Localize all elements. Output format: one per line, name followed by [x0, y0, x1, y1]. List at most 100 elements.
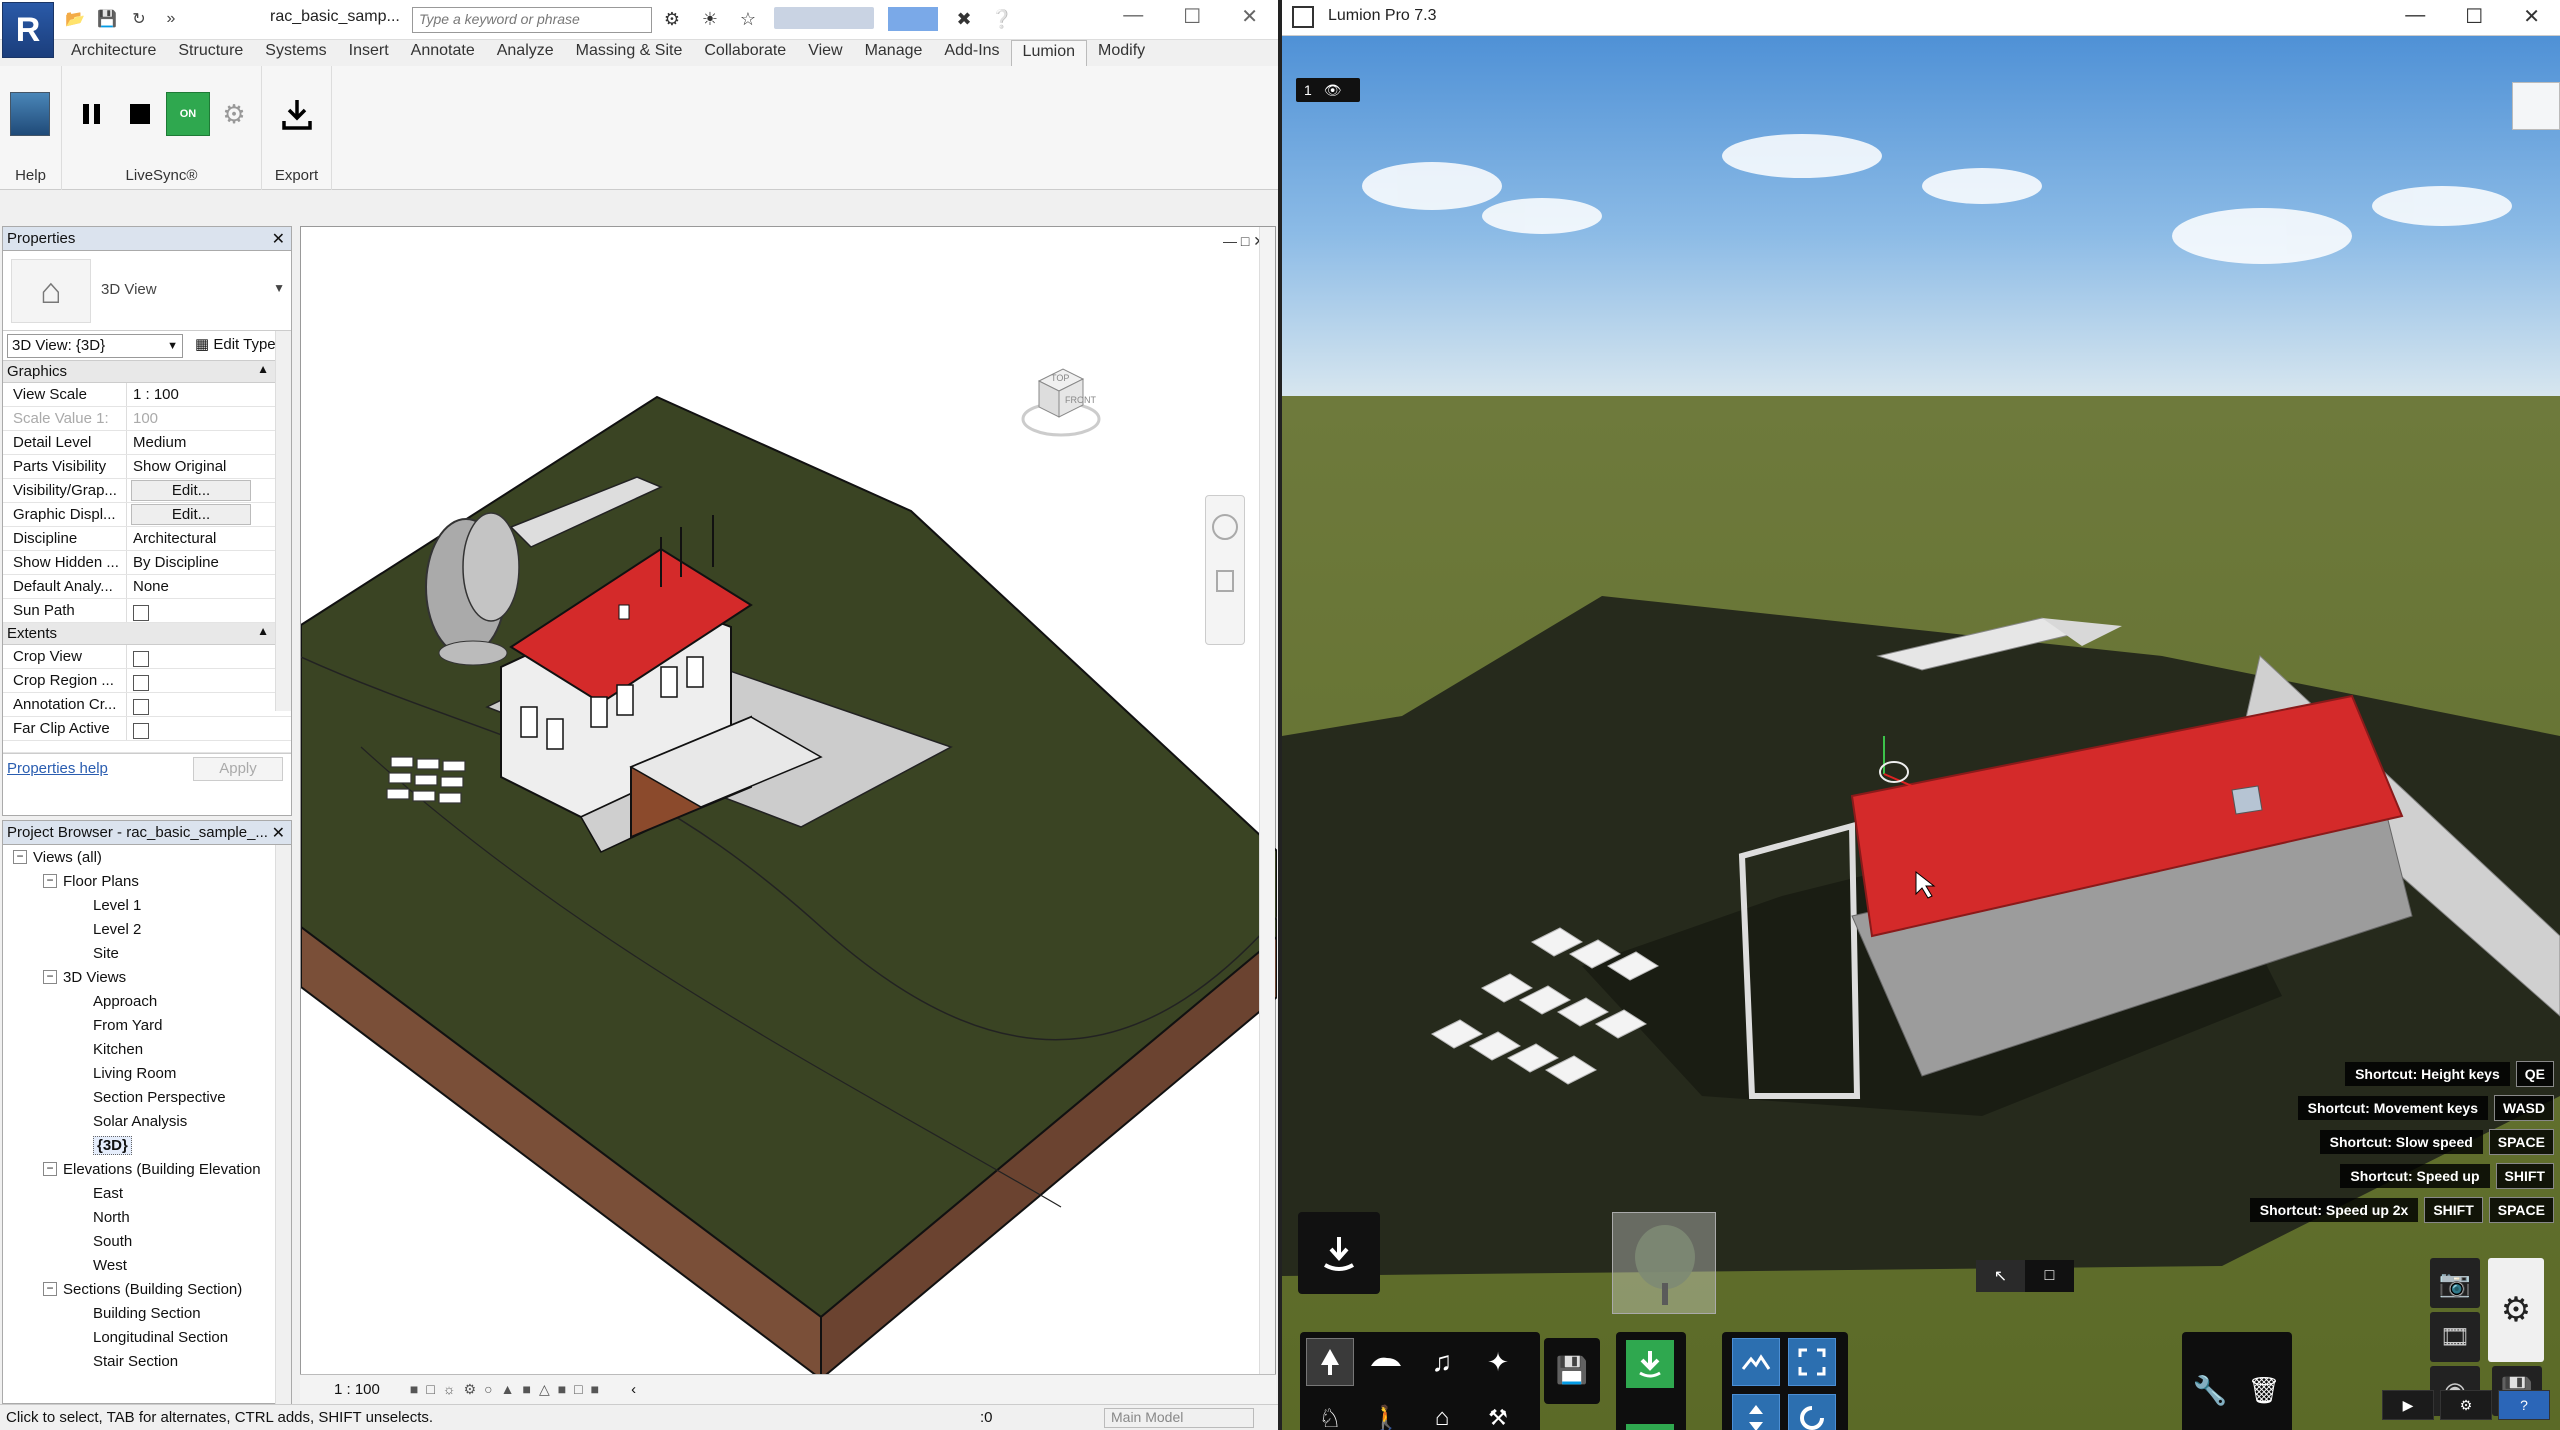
collapse-toggle-icon[interactable]: −	[43, 970, 57, 984]
stop-icon[interactable]	[118, 92, 162, 136]
browser-item[interactable]: Longitudinal Section	[3, 1325, 291, 1349]
collapse-toggle-icon[interactable]: −	[43, 1282, 57, 1296]
edit-button[interactable]: Edit...	[131, 504, 251, 525]
property-row[interactable]: Parts Visibility Show Original	[3, 455, 291, 479]
browser-item[interactable]: Site	[3, 941, 291, 965]
tab-massing-site[interactable]: Massing & Site	[565, 40, 694, 66]
collapse-toggle-icon[interactable]: −	[43, 1162, 57, 1176]
chevron-left-icon[interactable]: ‹	[631, 1381, 636, 1398]
object-preview-thumbnail[interactable]	[1612, 1212, 1716, 1314]
steering-wheel-icon[interactable]	[1212, 514, 1238, 540]
close-icon[interactable]: ✕	[1241, 4, 1258, 29]
browser-item[interactable]: −3D Views	[3, 965, 291, 989]
indoor-chair-icon[interactable]: ♘	[1306, 1394, 1354, 1430]
viewcube[interactable]: TOP FRONT	[1021, 357, 1101, 447]
maximize-icon[interactable]: ☐	[1183, 4, 1201, 29]
property-row[interactable]: Scale Value 1: 100	[3, 407, 291, 431]
property-row[interactable]: Far Clip Active	[3, 717, 291, 741]
browser-item[interactable]: Level 1	[3, 893, 291, 917]
browser-item[interactable]: {3D}	[3, 1133, 291, 1157]
property-row[interactable]: Detail Level Medium	[3, 431, 291, 455]
browser-item[interactable]: − Views (all)	[3, 845, 291, 869]
property-row[interactable]: Visibility/Grap... Edit...	[3, 479, 291, 503]
browser-item[interactable]: Solar Analysis	[3, 1109, 291, 1133]
open-icon[interactable]: 📂	[64, 8, 86, 30]
special-objects-icon[interactable]: ⚒	[1474, 1394, 1522, 1430]
tab-modify[interactable]: Modify	[1087, 40, 1156, 66]
tab-manage[interactable]: Manage	[854, 40, 934, 66]
preview-thumbnail[interactable]	[2512, 82, 2560, 130]
checkbox[interactable]	[133, 651, 149, 667]
tab-add-ins[interactable]: Add-Ins	[933, 40, 1010, 66]
zoom-icon[interactable]	[1216, 570, 1234, 592]
navigation-bar[interactable]	[1205, 495, 1245, 645]
collapse-toggle-icon[interactable]: −	[13, 850, 27, 864]
view-scale[interactable]: 1 : 100	[334, 1381, 380, 1398]
property-row[interactable]: Crop View	[3, 645, 291, 669]
tab-insert[interactable]: Insert	[338, 40, 400, 66]
sync-icon[interactable]: ↻	[128, 8, 150, 30]
a360-icon[interactable]	[888, 7, 938, 31]
property-value[interactable]: Architectural	[127, 527, 257, 550]
height-adjust-icon[interactable]	[1732, 1394, 1780, 1430]
type-selector[interactable]: ⌂ 3D View ▼	[3, 251, 291, 331]
lumion-logo-icon[interactable]	[10, 92, 50, 136]
checkbox[interactable]	[133, 699, 149, 715]
more-icon[interactable]: »	[160, 8, 182, 30]
property-value[interactable]: 100	[127, 407, 257, 430]
rotate-object-icon[interactable]	[1788, 1394, 1836, 1430]
property-value[interactable]: 1 : 100	[127, 383, 257, 406]
tab-analyze[interactable]: Analyze	[486, 40, 565, 66]
photo-mode-camera-icon[interactable]: 📷	[2430, 1258, 2480, 1308]
play-icon[interactable]: ▶	[2382, 1390, 2434, 1420]
eye-icon[interactable]: 👁	[1324, 82, 1342, 99]
browser-item[interactable]: East	[3, 1181, 291, 1205]
close-icon[interactable]: ✕	[272, 229, 285, 249]
property-row[interactable]: Graphic Displ... Edit...	[3, 503, 291, 527]
checkbox[interactable]	[133, 605, 149, 621]
minimize-icon[interactable]: —	[1123, 4, 1143, 29]
nature-tree-icon[interactable]	[1306, 1338, 1354, 1386]
sign-in-button[interactable]	[774, 7, 874, 29]
livesync-on-button[interactable]: ON	[166, 92, 210, 136]
pause-icon[interactable]	[70, 92, 114, 136]
graphics-category[interactable]: Graphics ▲	[3, 361, 291, 383]
property-row[interactable]: Crop Region ...	[3, 669, 291, 693]
tab-architecture[interactable]: Architecture	[60, 40, 167, 66]
property-row[interactable]: Annotation Cr...	[3, 693, 291, 717]
collapse-icon[interactable]: ▲	[257, 624, 269, 638]
properties-scrollbar[interactable]	[275, 331, 291, 711]
tab-structure[interactable]: Structure	[167, 40, 254, 66]
place-object-button[interactable]	[1298, 1212, 1380, 1294]
search-input[interactable]: Type a keyword or phrase	[412, 7, 652, 33]
sound-music-icon[interactable]: ♫	[1418, 1338, 1466, 1386]
viewport-scrollbar[interactable]	[1259, 227, 1275, 1375]
close-icon[interactable]: ✕	[272, 823, 285, 843]
property-row[interactable]: Sun Path	[3, 599, 291, 623]
house-outdoor-icon[interactable]: ⌂	[1418, 1394, 1466, 1430]
save-disk-icon[interactable]: 💾	[1548, 1346, 1596, 1394]
tab-annotate[interactable]: Annotate	[400, 40, 486, 66]
browser-item[interactable]: West	[3, 1253, 291, 1277]
vehicle-icon[interactable]	[1362, 1338, 1410, 1386]
browser-item[interactable]: Building Section	[3, 1301, 291, 1325]
revit-app-menu-button[interactable]: R	[2, 2, 54, 58]
settings-gear-icon[interactable]: ⚙	[212, 92, 256, 136]
help-icon[interactable]: ❔	[990, 7, 1014, 31]
property-value[interactable]: By Discipline	[127, 551, 257, 574]
edit-type-button[interactable]: ▦ Edit Type	[195, 335, 276, 353]
tab-lumion[interactable]: Lumion	[1010, 40, 1088, 66]
import-sub-button[interactable]	[1626, 1424, 1674, 1430]
instance-dropdown[interactable]: 3D View: {3D} ▼	[7, 334, 183, 358]
scale-object-icon[interactable]	[1788, 1338, 1836, 1386]
select-arrow-icon[interactable]: ↖	[1976, 1260, 2025, 1292]
import-model-icon[interactable]	[1626, 1340, 1674, 1388]
exchange-icon[interactable]: ✖	[952, 7, 976, 31]
tab-view[interactable]: View	[797, 40, 853, 66]
apply-button[interactable]: Apply	[193, 757, 283, 781]
save-icon[interactable]: 💾	[96, 8, 118, 30]
star-icon[interactable]: ☆	[736, 7, 760, 31]
browser-item[interactable]: − Elevations (Building Elevation	[3, 1157, 291, 1181]
checkbox[interactable]	[133, 723, 149, 739]
infocenter-icon[interactable]: ☀	[698, 7, 722, 31]
